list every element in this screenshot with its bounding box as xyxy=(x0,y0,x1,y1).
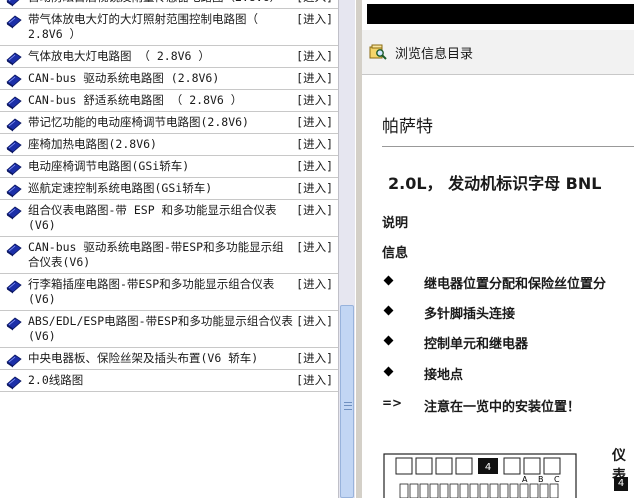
list-item-title[interactable]: CAN-bus 驱动系统电路图-带ESP和多功能显示组合仪表(V6) xyxy=(28,240,294,270)
scrollbar-grip-icon xyxy=(344,402,352,410)
list-item-title[interactable]: 气体放电大灯电路图 （ 2.8V6 ） xyxy=(28,49,294,64)
browse-directory-icon[interactable] xyxy=(369,43,387,61)
connector-letter-b: B xyxy=(538,475,544,484)
list-item-title[interactable]: 中央电器板、保险丝架及插头布置(V6 轿车) xyxy=(28,351,294,366)
book-icon xyxy=(6,0,20,7)
list-item-title[interactable]: ABS/EDL/ESP电路图-带ESP和多功能显示组合仪表(V6) xyxy=(28,314,294,344)
list-item[interactable]: CAN-bus 驱动系统电路图-带ESP和多功能显示组合仪表(V6) [进入] xyxy=(0,237,338,274)
page-heading: 2.0L， 发动机标识字母 BNL xyxy=(388,174,602,193)
document-list: 自动防眩目后视镜及雨量传感器电路图（2.8V6）[进入]带气体放电大灯的大灯照射… xyxy=(0,0,338,392)
connector-badge: 4 xyxy=(485,462,491,473)
book-icon xyxy=(6,184,22,198)
browse-directory-label[interactable]: 浏览信息目录 xyxy=(395,43,473,62)
list-item[interactable]: CAN-bus 驱动系统电路图 (2.8V6) [进入] xyxy=(0,68,338,90)
list-item[interactable]: 自动防眩目后视镜及雨量传感器电路图（2.8V6）[进入] xyxy=(0,0,338,9)
book-icon xyxy=(6,162,22,176)
info-bullet-text: 继电器位置分配和保险丝位置分 xyxy=(424,277,607,292)
list-item[interactable]: 带记忆功能的电动座椅调节电路图(2.8V6) [进入] xyxy=(0,112,338,134)
connector-diagram: 4 A B C xyxy=(383,453,577,498)
list-item[interactable]: 巡航定速控制系统电路图(GSi轿车) [进入] xyxy=(0,178,338,200)
diamond-bullet-icon xyxy=(383,366,394,377)
list-item-title[interactable]: 座椅加热电路图(2.8V6) xyxy=(28,137,294,152)
diamond-bullet-icon xyxy=(383,275,394,286)
connector-letter-a: A xyxy=(522,475,528,484)
enter-link[interactable]: [进入] xyxy=(296,203,333,218)
enter-link[interactable]: [进入] xyxy=(296,71,333,86)
scrollbar-thumb[interactable] xyxy=(340,305,354,498)
enter-link[interactable]: [进入] xyxy=(296,159,333,174)
list-item-title[interactable]: CAN-bus 驱动系统电路图 (2.8V6) xyxy=(28,71,294,86)
book-icon xyxy=(6,206,22,220)
enter-link[interactable]: [进入] xyxy=(296,115,333,130)
info-bullet: 多针脚插头连接 xyxy=(382,303,634,323)
arrow-marker: => xyxy=(382,396,403,410)
info-bullet-text: 控制单元和继电器 xyxy=(424,337,529,352)
book-icon xyxy=(6,376,22,390)
book-icon xyxy=(6,74,22,88)
number-badge: 4 xyxy=(614,477,628,491)
list-item-title[interactable]: 带记忆功能的电动座椅调节电路图(2.8V6) xyxy=(28,115,294,130)
info-bullet: 控制单元和继电器 xyxy=(382,333,634,353)
info-bullet: => 注意在一览中的安装位置！ xyxy=(382,396,634,416)
list-item-title[interactable]: 带气体放电大灯的大灯照射范围控制电路图（ 2.8V6 ） xyxy=(28,12,294,42)
list-item-title[interactable]: 组合仪表电路图-带 ESP 和多功能显示组合仪表(V6) xyxy=(28,203,294,233)
list-item-title[interactable]: 自动防眩目后视镜及雨量传感器电路图（2.8V6） xyxy=(28,0,294,5)
book-icon xyxy=(6,118,22,132)
list-item-title[interactable]: 2.0线路图 xyxy=(28,373,294,388)
enter-link[interactable]: [进入] xyxy=(296,240,333,255)
list-item[interactable]: 气体放电大灯电路图 （ 2.8V6 ） [进入] xyxy=(0,46,338,68)
book-icon xyxy=(6,243,22,257)
book-icon xyxy=(6,15,22,29)
info-bullet: 继电器位置分配和保险丝位置分 xyxy=(382,273,634,293)
brand-divider xyxy=(382,146,634,147)
list-item-title[interactable]: 巡航定速控制系统电路图(GSi轿车) xyxy=(28,181,294,196)
section-info-heading: 信息 xyxy=(382,246,409,261)
book-icon xyxy=(6,317,22,331)
enter-link[interactable]: [进入] xyxy=(296,93,333,108)
enter-link[interactable]: [进入] xyxy=(296,49,333,64)
list-item[interactable]: 组合仪表电路图-带 ESP 和多功能显示组合仪表(V6) [进入] xyxy=(0,200,338,237)
enter-link[interactable]: [进入] xyxy=(296,277,333,292)
enter-link[interactable]: [进入] xyxy=(296,181,333,196)
browse-toolbar: 浏览信息目录 xyxy=(362,30,634,75)
enter-link[interactable]: [进入] xyxy=(296,373,333,388)
book-icon xyxy=(6,52,22,66)
viewer-header-bar xyxy=(367,4,634,24)
connector-letter-c: C xyxy=(554,475,560,484)
document-viewer-pane: 浏览信息目录 帕萨特 2.0L， 发动机标识字母 BNL 说明 信息 继电器位置… xyxy=(362,0,634,498)
book-icon xyxy=(6,96,22,110)
info-bullet-text: 注意在一览中的安装位置！ xyxy=(424,400,581,415)
list-item[interactable]: 电动座椅调节电路图(GSi轿车) [进入] xyxy=(0,156,338,178)
book-icon xyxy=(6,354,22,368)
list-item[interactable]: CAN-bus 舒适系统电路图 （ 2.8V6 ） [进入] xyxy=(0,90,338,112)
brand-title: 帕萨特 xyxy=(382,117,433,137)
diamond-bullet-icon xyxy=(383,305,394,316)
list-item[interactable]: 行李箱插座电路图-带ESP和多功能显示组合仪表(V6) [进入] xyxy=(0,274,338,311)
list-item-title[interactable]: 电动座椅调节电路图(GSi轿车) xyxy=(28,159,294,174)
enter-link[interactable]: [进入] xyxy=(296,137,333,152)
book-icon xyxy=(6,140,22,154)
list-item[interactable]: ABS/EDL/ESP电路图-带ESP和多功能显示组合仪表(V6) [进入] xyxy=(0,311,338,348)
section-note-heading: 说明 xyxy=(382,216,409,231)
info-bullet-text: 接地点 xyxy=(424,368,464,383)
enter-link[interactable]: [进入] xyxy=(296,0,333,5)
info-bullet: 接地点 xyxy=(382,364,634,384)
book-icon xyxy=(6,280,22,294)
info-bullet-text: 多针脚插头连接 xyxy=(424,307,516,322)
list-item[interactable]: 中央电器板、保险丝架及插头布置(V6 轿车) [进入] xyxy=(0,348,338,370)
list-item[interactable]: 带气体放电大灯的大灯照射范围控制电路图（ 2.8V6 ） [进入] xyxy=(0,9,338,46)
enter-link[interactable]: [进入] xyxy=(296,12,333,27)
list-item-title[interactable]: CAN-bus 舒适系统电路图 （ 2.8V6 ） xyxy=(28,93,294,108)
diamond-bullet-icon xyxy=(383,335,394,346)
document-list-pane: 自动防眩目后视镜及雨量传感器电路图（2.8V6）[进入]带气体放电大灯的大灯照射… xyxy=(0,0,338,498)
enter-link[interactable]: [进入] xyxy=(296,314,333,329)
list-item[interactable]: 座椅加热电路图(2.8V6) [进入] xyxy=(0,134,338,156)
enter-link[interactable]: [进入] xyxy=(296,351,333,366)
vertical-scrollbar[interactable] xyxy=(338,0,355,498)
list-item[interactable]: 2.0线路图 [进入] xyxy=(0,370,338,392)
list-item-title[interactable]: 行李箱插座电路图-带ESP和多功能显示组合仪表(V6) xyxy=(28,277,294,307)
